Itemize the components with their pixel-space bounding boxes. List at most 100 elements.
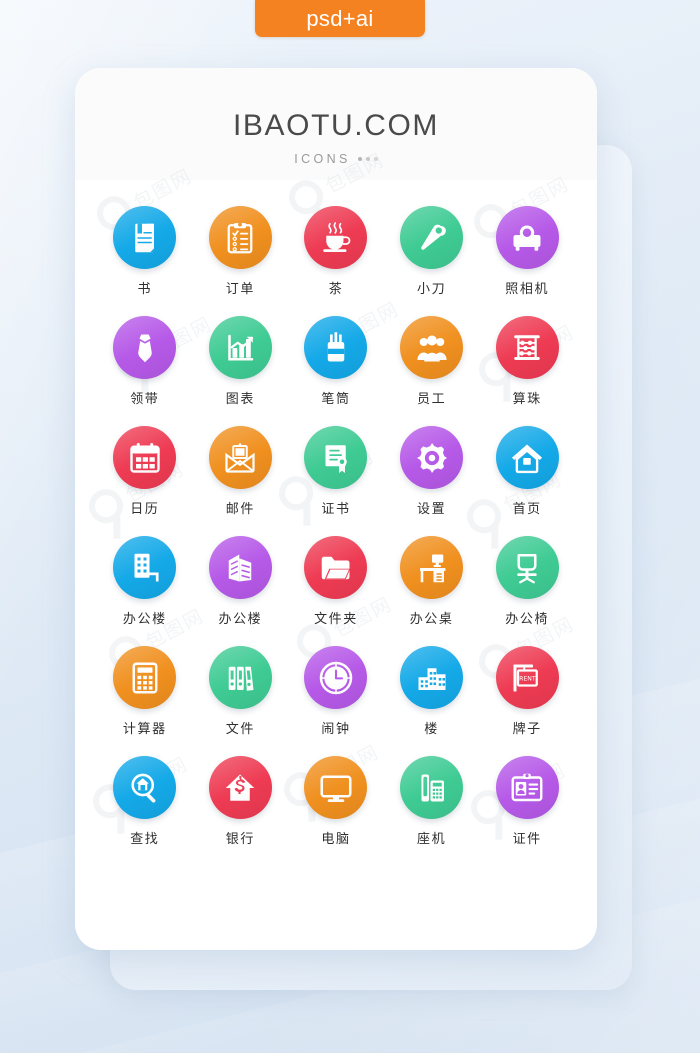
icon-cell[interactable]: 证书 bbox=[288, 426, 384, 517]
folder-icon[interactable] bbox=[304, 536, 368, 599]
house-search-icon[interactable] bbox=[113, 756, 177, 819]
icon-label: 楼 bbox=[424, 722, 439, 737]
building-icon[interactable] bbox=[400, 646, 464, 709]
mail-icon[interactable] bbox=[208, 426, 272, 489]
icon-label: 办公桌 bbox=[409, 612, 454, 627]
icon-label: 办公椅 bbox=[505, 612, 550, 627]
icon-label: 首页 bbox=[512, 502, 542, 517]
knife-icon[interactable] bbox=[400, 206, 464, 269]
icon-cell[interactable]: 首页 bbox=[479, 426, 575, 517]
icon-grid: 书 订单 茶 小刀 照相机领带 图表 笔筒 员工 算珠日历 邮件 证书 设置 首页办公楼 办公楼 文件夹 办公… bbox=[75, 180, 597, 847]
icon-label: 茶 bbox=[328, 282, 344, 297]
desk-phone-icon[interactable] bbox=[400, 756, 464, 819]
desk-icon[interactable] bbox=[400, 536, 464, 599]
icon-label: 座机 bbox=[416, 832, 447, 847]
icon-cell[interactable]: 座机 bbox=[384, 756, 480, 847]
icon-label: 领带 bbox=[130, 392, 160, 407]
icon-cell[interactable]: RENT 牌子 bbox=[479, 646, 575, 737]
icon-cell[interactable]: 员工 bbox=[384, 316, 480, 407]
icon-cell[interactable]: 计算器 bbox=[97, 646, 193, 737]
icon-label: 员工 bbox=[416, 392, 447, 407]
rent-sign-icon[interactable]: RENT bbox=[495, 646, 559, 709]
icon-label: 书 bbox=[137, 282, 153, 297]
icon-label: 照相机 bbox=[505, 282, 550, 297]
subtitle-row: ICONS bbox=[75, 152, 597, 166]
icon-cell[interactable]: 茶 bbox=[288, 206, 384, 297]
pen-holder-icon[interactable] bbox=[304, 316, 368, 379]
icon-label: 设置 bbox=[416, 502, 447, 517]
icon-label: 证书 bbox=[321, 502, 351, 517]
icon-label: 办公楼 bbox=[218, 612, 263, 627]
ellipsis-dots-icon bbox=[357, 157, 378, 161]
icon-label: 牌子 bbox=[512, 722, 542, 737]
bank-house-icon[interactable] bbox=[208, 756, 272, 819]
icon-cell[interactable]: 照相机 bbox=[479, 206, 575, 297]
icon-label: 小刀 bbox=[416, 282, 447, 297]
icon-label: 文件 bbox=[225, 722, 255, 737]
calculator-icon[interactable] bbox=[113, 646, 177, 709]
icon-cell[interactable]: 办公桌 bbox=[384, 536, 480, 627]
icon-cell[interactable]: 文件夹 bbox=[288, 536, 384, 627]
icon-cell[interactable]: 小刀 bbox=[384, 206, 480, 297]
icon-label: 银行 bbox=[225, 832, 255, 847]
icon-cell[interactable]: 书 bbox=[97, 206, 193, 297]
necktie-icon[interactable] bbox=[113, 316, 177, 379]
icon-cell[interactable]: 办公椅 bbox=[479, 536, 575, 627]
icon-label: 笔筒 bbox=[321, 392, 351, 407]
svg-text:RENT: RENT bbox=[519, 675, 536, 682]
office-chair-icon[interactable] bbox=[495, 536, 559, 599]
page-title: IBAOTU.COM bbox=[232, 109, 439, 142]
icon-label: 办公楼 bbox=[122, 612, 167, 627]
calendar-icon[interactable] bbox=[113, 426, 177, 489]
office-tower-icon[interactable] bbox=[113, 536, 177, 599]
icon-cell[interactable]: 电脑 bbox=[288, 756, 384, 847]
clock-icon[interactable] bbox=[304, 646, 368, 709]
icon-label: 电脑 bbox=[321, 832, 351, 847]
icon-label: 证件 bbox=[512, 832, 542, 847]
icon-cell[interactable]: 办公楼 bbox=[97, 536, 193, 627]
office-block-icon[interactable] bbox=[208, 536, 272, 599]
icon-cell[interactable]: 银行 bbox=[193, 756, 289, 847]
bar-chart-icon[interactable] bbox=[208, 316, 272, 379]
certificate-icon[interactable] bbox=[304, 426, 368, 489]
icon-cell[interactable]: 笔筒 bbox=[288, 316, 384, 407]
icon-label: 查找 bbox=[130, 832, 160, 847]
icon-label: 订单 bbox=[225, 282, 255, 297]
teacup-icon[interactable] bbox=[304, 206, 368, 269]
icon-label: 图表 bbox=[225, 392, 255, 407]
icon-set-card: IBAOTU.COM ICONS 包图网 包图网 包图网 包图网 包图网 包图网 包图网 包图… bbox=[75, 68, 597, 950]
format-tag: psd+ai bbox=[255, 0, 425, 37]
book-icon[interactable] bbox=[113, 206, 177, 269]
icon-label: 邮件 bbox=[225, 502, 255, 517]
employees-icon[interactable] bbox=[400, 316, 464, 379]
icon-label: 计算器 bbox=[122, 722, 167, 737]
icon-cell[interactable]: 楼 bbox=[384, 646, 480, 737]
subtitle: ICONS bbox=[294, 152, 351, 166]
monitor-icon[interactable] bbox=[304, 756, 368, 819]
icon-cell[interactable]: 领带 bbox=[97, 316, 193, 407]
icon-cell[interactable]: 日历 bbox=[97, 426, 193, 517]
binders-icon[interactable] bbox=[208, 646, 272, 709]
icon-cell[interactable]: 查找 bbox=[97, 756, 193, 847]
camera-icon[interactable] bbox=[495, 206, 559, 269]
clipboard-icon[interactable] bbox=[208, 206, 272, 269]
icon-cell[interactable]: 文件 bbox=[193, 646, 289, 737]
icon-label: 文件夹 bbox=[314, 612, 358, 627]
home-icon[interactable] bbox=[495, 426, 559, 489]
page-root: psd+ai IBAOTU.COM ICONS 包图网 包图网 包图网 包图网 包图网包… bbox=[0, 0, 700, 1053]
icon-label: 算珠 bbox=[512, 392, 542, 407]
id-card-icon[interactable] bbox=[495, 756, 559, 819]
icon-cell[interactable]: 证件 bbox=[479, 756, 575, 847]
icon-cell[interactable]: 图表 bbox=[193, 316, 289, 407]
icon-cell[interactable]: 办公楼 bbox=[193, 536, 289, 627]
icon-label: 闹钟 bbox=[321, 722, 351, 737]
icon-label: 日历 bbox=[130, 502, 160, 517]
icon-cell[interactable]: 订单 bbox=[193, 206, 289, 297]
abacus-icon[interactable] bbox=[495, 316, 559, 379]
icon-cell[interactable]: 闹钟 bbox=[288, 646, 384, 737]
icon-cell[interactable]: 设置 bbox=[384, 426, 480, 517]
card-header: IBAOTU.COM ICONS bbox=[75, 68, 597, 180]
gear-icon[interactable] bbox=[400, 426, 464, 489]
icon-cell[interactable]: 算珠 bbox=[479, 316, 575, 407]
icon-cell[interactable]: 邮件 bbox=[193, 426, 289, 517]
